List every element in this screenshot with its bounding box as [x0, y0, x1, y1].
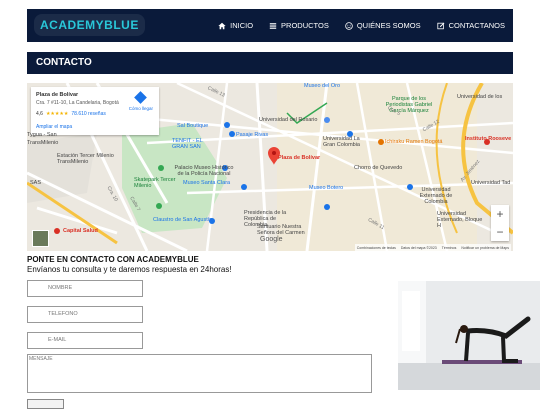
google-logo: Google — [260, 236, 283, 243]
place-address: Cra. 7 #11-10, La Candelaria, Bogotá — [36, 100, 119, 106]
nav-item-quienes-somos[interactable]: QUIÉNES SOMOS — [345, 21, 421, 30]
place-reviews-link[interactable]: 78.610 reseñas — [71, 111, 105, 117]
directions-icon — [134, 91, 148, 104]
edit-icon — [437, 22, 445, 29]
place-name: Plaza de Bolívar — [36, 92, 79, 98]
name-field[interactable]: NOMBRE — [27, 280, 143, 297]
yoga-photo — [398, 281, 540, 390]
map-label[interactable]: Claustro de San Agustín — [153, 217, 212, 223]
zoom-out-button[interactable]: − — [491, 223, 509, 241]
map-attribution: Combinaciones de teclas Datos del mapa ©… — [354, 244, 511, 251]
navbar: ACADEMYBLUE INICIO PRODUCTOS QUIÉNES SOM… — [27, 9, 513, 42]
nav-item-inicio[interactable]: INICIO — [218, 21, 253, 30]
nav-item-label: CONTACTANOS — [448, 21, 505, 30]
map-label[interactable]: Museo Botero — [309, 185, 343, 191]
form-subtitle: Envíanos tu consulta y te daremos respue… — [27, 265, 232, 274]
map-label[interactable]: Ichiraku Ramen Bogotá — [385, 139, 442, 145]
map-label[interactable]: SAS — [30, 180, 41, 186]
map[interactable]: Plaza de Bolívar Cra. 7 #11-10, La Cande… — [27, 83, 513, 251]
enlarge-map-link[interactable]: Ampliar el mapa — [36, 124, 72, 130]
map-marker-label[interactable]: Plaza de Bolívar — [278, 155, 320, 161]
map-label[interactable]: Universidad Externado de Colombia — [415, 187, 457, 205]
submit-button[interactable] — [27, 399, 64, 409]
nav-menu: INICIO PRODUCTOS QUIÉNES SOMOS CONTACTAN… — [218, 9, 505, 42]
map-label[interactable]: Instituto Rooseve — [465, 136, 511, 142]
place-card: Plaza de Bolívar Cra. 7 #11-10, La Cande… — [31, 87, 159, 135]
phone-placeholder: TELEFONO — [48, 311, 78, 317]
directions-label: Cómo llegar — [128, 106, 153, 111]
report-problem-link[interactable]: Notificar un problema de Maps — [461, 246, 509, 250]
map-label[interactable]: Universidad Tad — [471, 180, 510, 186]
map-label[interactable]: Museo Santa Clara — [183, 180, 230, 186]
email-placeholder: E-MAIL — [48, 337, 67, 343]
map-label[interactable]: Capital Salud — [63, 228, 98, 234]
map-layers-button[interactable] — [32, 230, 49, 247]
page-title-bar: CONTACTO — [27, 52, 513, 74]
map-label[interactable]: Skatepark Tercer Milenio — [134, 177, 178, 189]
map-label[interactable]: Palacio Museo Histórico de la Policía Na… — [173, 165, 235, 177]
list-icon — [269, 22, 277, 29]
yoga-image — [398, 281, 540, 390]
home-icon — [218, 22, 226, 29]
map-label[interactable]: Universidad del Rosario — [259, 117, 317, 123]
map-label[interactable]: Estación Tercer Milenio TransMilenio — [57, 153, 119, 165]
keyboard-shortcuts-link[interactable]: Combinaciones de teclas — [357, 246, 396, 250]
nav-item-label: PRODUCTOS — [281, 21, 329, 30]
map-label[interactable]: Universidad de los — [457, 94, 502, 100]
map-label[interactable]: TransMilenio — [27, 140, 58, 146]
phone-field[interactable]: TELEFONO — [27, 306, 143, 323]
name-placeholder: NOMBRE — [48, 285, 73, 291]
map-label[interactable]: Museo del Oro — [304, 83, 340, 89]
page-title: CONTACTO — [36, 57, 92, 68]
map-label[interactable]: Chorro de Quevedo — [354, 165, 402, 171]
nav-item-contactanos[interactable]: CONTACTANOS — [437, 21, 505, 30]
map-label[interactable]: TENFIT - EL GRAN SAN — [172, 138, 217, 150]
message-field[interactable]: MENSAJE — [27, 354, 372, 393]
zoom-control: + − — [491, 205, 509, 241]
star-icon: ★★★★★ — [45, 111, 69, 117]
nav-item-productos[interactable]: PRODUCTOS — [269, 21, 329, 30]
message-placeholder: MENSAJE — [29, 356, 53, 362]
nav-item-label: INICIO — [230, 21, 254, 30]
form-title: PONTE EN CONTACTO CON ACADEMYBLUE — [27, 255, 199, 264]
email-field[interactable]: E-MAIL — [27, 332, 143, 349]
place-rating: 4,6 — [36, 111, 43, 117]
terms-link[interactable]: Términos — [442, 246, 457, 250]
smile-icon — [345, 21, 353, 30]
map-data-text: Datos del mapa ©2023 — [400, 245, 437, 250]
zoom-in-button[interactable]: + — [491, 205, 509, 223]
place-rating-row: 4,6 ★★★★★ 78.610 reseñas — [36, 111, 106, 117]
map-label[interactable]: Sal Boutique — [177, 123, 208, 129]
map-label[interactable]: Universidad La Gran Colombia — [323, 136, 363, 148]
map-label[interactable]: Universidad Externado, Bloque H — [437, 211, 487, 229]
map-label[interactable]: Pasaje Rivas — [236, 132, 268, 138]
map-label[interactable]: Tygua - San — [27, 132, 57, 138]
directions-button[interactable]: Cómo llegar — [128, 91, 153, 111]
logo[interactable]: ACADEMYBLUE — [34, 14, 145, 36]
nav-item-label: QUIÉNES SOMOS — [356, 21, 421, 30]
map-label[interactable]: Santuario Nuestra Señora del Carmen — [257, 224, 311, 236]
